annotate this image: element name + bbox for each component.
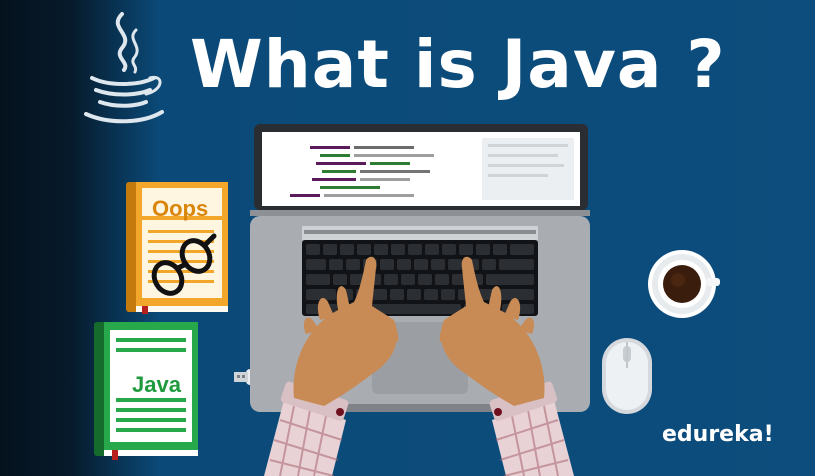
- glasses-icon: [151, 233, 217, 296]
- oops-book-label: Oops: [152, 196, 209, 221]
- java-book-label: Java: [132, 372, 181, 397]
- hands-icon: [264, 256, 574, 476]
- brand-logo: edureka!: [662, 422, 774, 447]
- hero-banner: What is Java ? Oops Java edureka!: [0, 0, 815, 476]
- java-logo-icon: [84, 12, 164, 124]
- mouse-icon: [602, 338, 652, 414]
- coffee-cup-icon: [648, 250, 720, 318]
- page-title: What is Java ?: [190, 26, 726, 103]
